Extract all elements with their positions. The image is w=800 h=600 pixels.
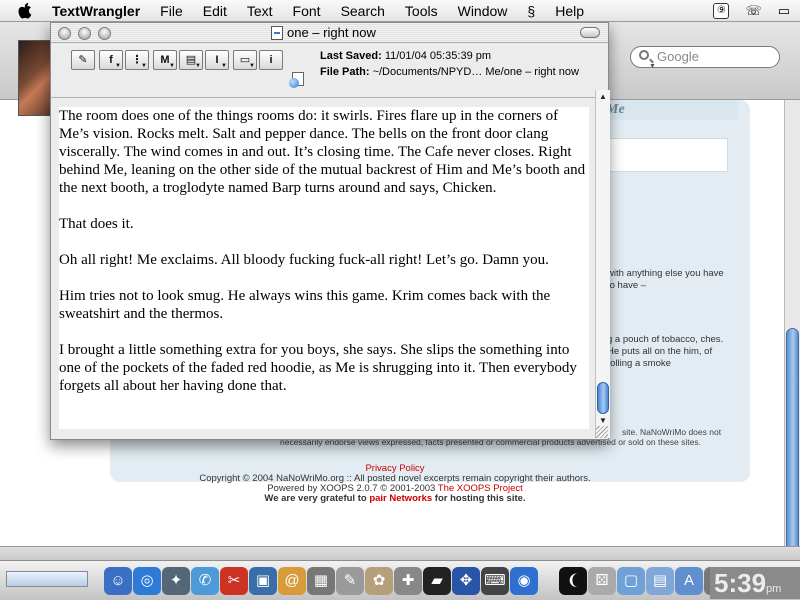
address-icon[interactable]: @	[278, 567, 306, 595]
page-header-title: Me	[598, 100, 738, 120]
photo-icon[interactable]: ▣	[249, 567, 277, 595]
menu-tools[interactable]: Tools	[395, 3, 448, 19]
script-menu-icon[interactable]: §	[517, 3, 545, 19]
dock-clock[interactable]: 5:39pm	[710, 567, 800, 599]
dock: ☺◎✦✆✂▣@▦✎✿✚▰✥⌨◉❨⚄▢▤A🗑 5:39pm	[0, 560, 800, 600]
folder2-icon[interactable]: ▤	[646, 567, 674, 595]
clock-time: 5:39	[714, 568, 767, 598]
document-proxy-icon[interactable]	[271, 25, 283, 40]
info-glyph: i	[269, 54, 273, 66]
paragraph: I brought a little something extra for y…	[59, 342, 577, 394]
window-title: one – right now	[271, 25, 376, 40]
app-icon[interactable]: ✦	[162, 567, 190, 595]
info-icon[interactable]: i	[259, 50, 283, 70]
grateful-suffix: for hosting this site.	[432, 493, 526, 504]
google-search-placeholder: Google	[657, 49, 699, 64]
menu-window[interactable]: Window	[448, 3, 518, 19]
search-icon	[639, 50, 649, 60]
finder-icon[interactable]: ☺	[104, 567, 132, 595]
apple-menu-icon[interactable]	[14, 2, 36, 20]
side-text-2: g a pouch of tobacco, ches. He puts all …	[607, 334, 724, 369]
text-options-button[interactable]: I ▼	[205, 50, 229, 70]
dice-icon[interactable]: ⚄	[588, 567, 616, 595]
terminal-icon[interactable]: ▰	[423, 567, 451, 595]
safari-icon[interactable]: ◎	[133, 567, 161, 595]
mark-menu-button[interactable]: M ▼	[153, 50, 177, 70]
tool-icon[interactable]: ✂	[220, 567, 248, 595]
function-menu-button[interactable]: f ▼	[99, 50, 123, 70]
utility-icon[interactable]: ✚	[394, 567, 422, 595]
menu-text[interactable]: Text	[237, 3, 283, 19]
scroll-up-arrow-icon[interactable]: ▲	[599, 92, 607, 101]
side-text-1: with anything else you have to have –	[607, 268, 724, 291]
title-bar[interactable]: one – right now	[51, 23, 608, 43]
paragraph: That does it.	[59, 216, 134, 232]
calculator-icon[interactable]: ▦	[307, 567, 335, 595]
browser-scrollbar[interactable]	[784, 100, 800, 554]
search-dropdown-icon: ▼	[649, 63, 656, 70]
grateful-text: We are very grateful to	[264, 493, 370, 504]
window-title-text: one – right now	[287, 25, 376, 40]
menu-bar: TextWrangler File Edit Text Font Search …	[0, 0, 800, 22]
applications-icon[interactable]: A	[675, 567, 703, 595]
keyboard-icon[interactable]: ⌨	[481, 567, 509, 595]
document-scroll-thumb[interactable]	[597, 382, 609, 414]
page-text-box[interactable]	[598, 138, 728, 172]
last-saved-value: 11/01/04 05:35:39 pm	[384, 50, 492, 62]
textwrangler-window: one – right now ✎ f ▼ ⋮ ▼ M ▼ ▤ ▼ I ▼ ▭ ▼ i La…	[50, 22, 610, 440]
toolbar-toggle-button[interactable]	[580, 27, 600, 38]
file-status: Last Saved: 11/01/04 05:35:39 pm File Pa…	[320, 48, 579, 80]
pair-networks-link[interactable]: pair Networks	[369, 493, 432, 504]
text-options-glyph: I	[215, 54, 219, 66]
menu-app-name[interactable]: TextWrangler	[36, 3, 150, 19]
browser-scroll-thumb[interactable]	[786, 328, 799, 554]
menu-search[interactable]: Search	[331, 3, 395, 19]
scroll-down-arrow-icon[interactable]: ▼	[599, 416, 607, 425]
page-footer: Privacy Policy Copyright © 2004 NaNoWriM…	[150, 464, 640, 504]
zoom-button[interactable]	[98, 27, 111, 40]
close-button[interactable]	[58, 27, 71, 40]
google-search-field[interactable]: ▼ Google	[630, 46, 780, 70]
path-menu-button[interactable]: ▭ ▼	[233, 50, 257, 70]
document-toolbar: ✎ f ▼ ⋮ ▼ M ▼ ▤ ▼ I ▼ ▭ ▼ i Last Saved: 11/01/…	[51, 44, 608, 98]
ichat-icon[interactable]: ✆	[191, 567, 219, 595]
pencil-icon[interactable]: ✎	[71, 50, 95, 70]
paragraph: Him tries not to look smug. He always wi…	[59, 288, 551, 322]
menu-font[interactable]: Font	[283, 3, 331, 19]
clock-period: pm	[766, 583, 782, 595]
document-status-icon[interactable]	[289, 72, 307, 88]
battery-icon[interactable]: ▭	[778, 3, 790, 19]
pencil-glyph: ✎	[78, 54, 88, 66]
paragraph: Oh all right! Me exclaims. All bloody fu…	[59, 252, 549, 268]
document-text-area[interactable]: The room does one of the things rooms do…	[59, 107, 589, 429]
menu-file[interactable]: File	[150, 3, 193, 19]
menu-extras: ⑨ ☏ ▭	[713, 2, 800, 19]
paragraph: The room does one of the things rooms do…	[59, 108, 586, 196]
function-glyph: f	[109, 54, 113, 66]
file-path-label: File Path:	[320, 66, 370, 78]
resize-grip-icon[interactable]	[596, 426, 608, 438]
image-icon[interactable]: ✿	[365, 567, 393, 595]
dock-progress-bar	[6, 571, 88, 587]
status-icon[interactable]: ⑨	[713, 2, 730, 19]
file-path-value: ~/Documents/NPYD… Me/one – right now	[372, 66, 579, 78]
menu-help[interactable]: Help	[545, 3, 594, 19]
menu-edit[interactable]: Edit	[193, 3, 237, 19]
documents-menu-button[interactable]: ▤ ▼	[179, 50, 203, 70]
phone-icon[interactable]: ☏	[745, 3, 761, 19]
marker-menu-button[interactable]: ⋮ ▼	[125, 50, 149, 70]
document-icon[interactable]: ❨	[559, 567, 587, 595]
last-saved-label: Last Saved:	[320, 50, 382, 62]
network-icon[interactable]: ◉	[510, 567, 538, 595]
document-scrollbar[interactable]: ▲ ▼	[595, 90, 610, 438]
disclaimer-lead: site. NaNoWriMo does not	[622, 427, 722, 437]
minimize-button[interactable]	[78, 27, 91, 40]
textwrangler-icon[interactable]: ✥	[452, 567, 480, 595]
textedit-icon[interactable]: ✎	[336, 567, 364, 595]
folder-icon[interactable]: ▢	[617, 567, 645, 595]
